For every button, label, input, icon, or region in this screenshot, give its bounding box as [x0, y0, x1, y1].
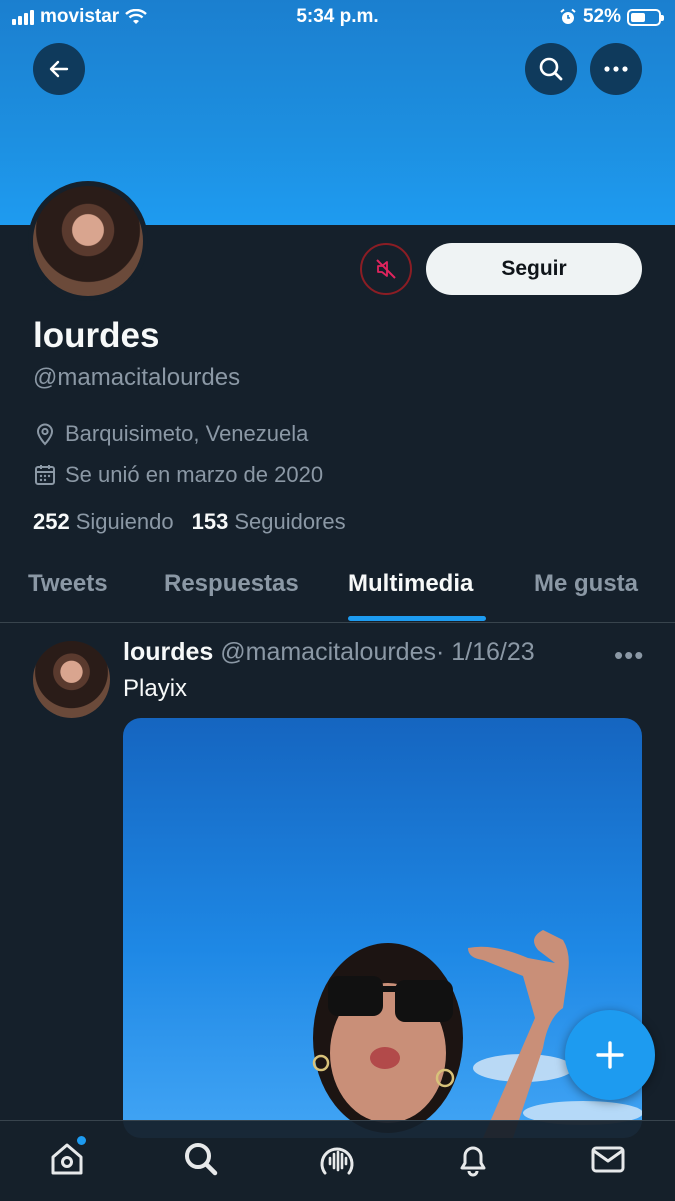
search-icon — [185, 1143, 218, 1176]
more-horizontal-icon — [604, 66, 628, 72]
bell-icon — [460, 1146, 486, 1177]
alarm-icon — [560, 8, 576, 24]
tab-respuestas[interactable]: Respuestas — [164, 570, 299, 598]
follow-button[interactable]: Seguir — [426, 243, 642, 295]
location-text: Barquisimeto, Venezuela — [65, 421, 309, 446]
tweet-text: Playix — [123, 675, 188, 702]
compose-tweet-button[interactable] — [565, 1010, 655, 1100]
profile-tabs: Tweets Respuestas Multimedia Me gusta — [0, 560, 675, 623]
bottom-navigation — [0, 1120, 675, 1201]
nav-search[interactable] — [181, 1139, 221, 1179]
nav-home[interactable] — [47, 1136, 87, 1179]
arrow-left-icon — [49, 60, 69, 78]
search-button[interactable] — [525, 43, 577, 95]
followers-count: 153 — [191, 509, 229, 534]
following-count: 252 — [33, 509, 70, 534]
location-pin-icon — [36, 423, 54, 446]
following-link[interactable]: 252 Siguiendo — [33, 509, 174, 535]
tab-tweets[interactable]: Tweets — [28, 570, 108, 598]
calendar-icon — [35, 465, 55, 485]
more-options-button[interactable] — [590, 43, 642, 95]
followers-label: Seguidores — [234, 509, 346, 534]
profile-name: lourdes — [33, 316, 160, 355]
joined-row: Se unió en marzo de 2020 — [33, 462, 323, 488]
mail-icon — [591, 1146, 625, 1173]
followers-link[interactable]: 153 Seguidores — [192, 509, 346, 535]
nav-messages[interactable] — [588, 1139, 628, 1179]
spaces-icon — [320, 1147, 354, 1175]
tweet-date[interactable]: · 1/16/23 — [436, 638, 535, 666]
battery-percent: 52% — [582, 6, 621, 27]
tweet-author-name[interactable]: lourdes — [123, 638, 213, 666]
following-label: Siguiendo — [75, 509, 174, 534]
home-icon — [51, 1143, 83, 1175]
nav-notifications[interactable] — [453, 1139, 493, 1179]
home-notification-dot — [77, 1136, 86, 1145]
tweet-more-button[interactable]: ••• — [614, 640, 644, 671]
compose-plus-icon — [596, 1041, 624, 1069]
status-right: 52% — [559, 6, 664, 28]
back-button[interactable] — [33, 43, 85, 95]
profile-handle: @mamacitalourdes — [33, 364, 241, 391]
search-icon — [539, 57, 563, 81]
tweet-header: lourdes @mamacitalourdes· 1/16/23 — [123, 638, 535, 667]
battery-fill — [631, 12, 645, 22]
tab-me-gusta[interactable]: Me gusta — [534, 570, 638, 598]
battery-icon — [627, 8, 664, 26]
muted-speaker-icon — [376, 259, 396, 279]
tweet-media-image[interactable] — [123, 718, 642, 1138]
active-tab-indicator — [348, 616, 486, 621]
joined-text: Se unió en marzo de 2020 — [65, 462, 324, 487]
tweet-author-handle[interactable]: @mamacitalourdes — [220, 638, 436, 666]
tab-multimedia[interactable]: Multimedia — [348, 570, 473, 598]
status-bar: movistar 5:34 p.m. 52% — [0, 0, 675, 36]
muted-button[interactable] — [360, 243, 412, 295]
follow-stats: 252 Siguiendo 153 Seguidores — [33, 509, 346, 535]
location-row: Barquisimeto, Venezuela — [33, 421, 308, 447]
media-photo — [312, 930, 642, 1138]
tweet-avatar[interactable] — [33, 641, 110, 718]
profile-avatar[interactable] — [28, 181, 148, 301]
nav-spaces[interactable] — [317, 1139, 357, 1179]
